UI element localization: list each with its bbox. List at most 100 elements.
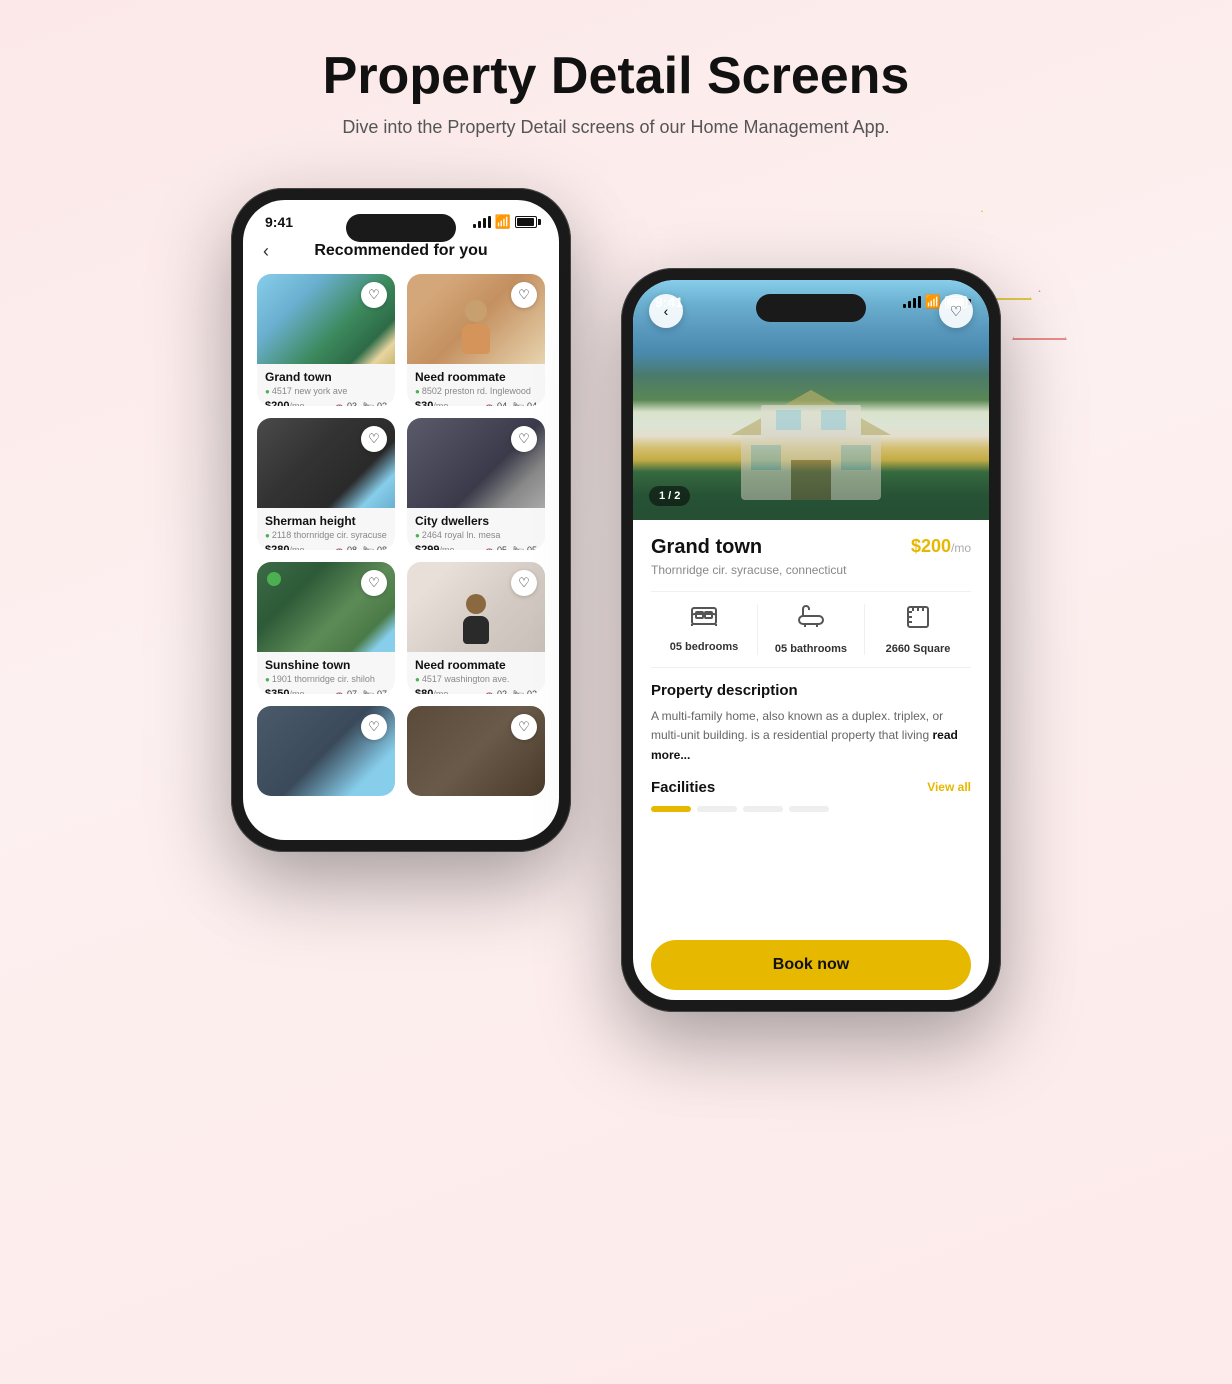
property-info-2: Sherman height ●2118 thornridge cir. syr… [257,508,395,550]
property-name-4: Sunshine town [265,658,387,672]
property-detail-name: Grand town [651,536,762,559]
property-card-7[interactable]: ♡ [407,706,545,796]
property-stats-1: 🚗 04 🛏 04 [483,401,537,407]
location-dot-3: ● [415,531,420,540]
nav-title-left: Recommended for you [314,242,487,260]
phones-wrapper: 9:41 📶 ‹ Recommended for you [0,168,1232,1072]
bath-icon [797,604,825,637]
page-subtitle: Dive into the Property Detail screens of… [0,117,1232,138]
property-card-0[interactable]: ♡ Grand town ●4517 new york ave $200/mo … [257,274,395,406]
property-address-2: ●2118 thornridge cir. syracuse [265,530,387,540]
person-body-5 [463,616,489,644]
property-price-3: $299/mo [415,544,455,550]
property-price-row-4: $350/mo 🚗 07 🛏 07 [265,688,387,694]
property-name-1: Need roommate [415,370,537,384]
feature-area-label: 2660 Square [886,643,951,655]
property-address-3: ●2464 royal ln. mesa [415,530,537,540]
back-button-right[interactable]: ‹ [649,294,683,328]
property-info-4: Sunshine town ●1901 thornridge cir. shil… [257,652,395,694]
property-name-3: City dwellers [415,514,537,528]
bath-stat-0: 🛏 03 [363,401,387,407]
page-title: Property Detail Screens [0,48,1232,105]
location-dot-1: ● [415,387,420,396]
favorite-button-1[interactable]: ♡ [511,282,537,308]
property-address-5: ●4517 washington ave. [415,674,537,684]
bath-stat-5: 🛏 02 [513,689,537,695]
back-button-left[interactable]: ‹ [263,241,269,262]
left-phone-screen: 9:41 📶 ‹ Recommended for you [243,200,559,840]
features-row: 05 bedrooms 05 bathrooms [651,591,971,668]
property-info-3: City dwellers ●2464 royal ln. mesa $299/… [407,508,545,550]
bath-stat-4: 🛏 07 [363,689,387,695]
property-price-row-2: $280/mo 🚗 08 🛏 08 [265,544,387,550]
facility-dot-3 [743,806,783,812]
property-detail-location: Thornridge cir. syracuse, connecticut [651,563,971,577]
left-phone: 9:41 📶 ‹ Recommended for you [231,188,571,852]
description-text: A multi-family home, also known as a dup… [651,707,971,765]
favorite-button-right[interactable]: ♡ [939,294,973,328]
right-phone: 9:41 📶 [621,268,1001,1012]
favorite-button-4[interactable]: ♡ [361,570,387,596]
property-address-4: ●1901 thornridge cir. shiloh [265,674,387,684]
property-address-0: ●4517 new york ave [265,386,387,396]
signal-bars-left [473,216,491,228]
property-name-0: Grand town [265,370,387,384]
property-card-6[interactable]: ♡ [257,706,395,796]
property-price-5: $80/mo [415,688,448,694]
page-header: Property Detail Screens Dive into the Pr… [0,0,1232,168]
wifi-icon-left: 📶 [495,214,511,230]
status-icons-left: 📶 [473,214,537,230]
property-grid: ♡ Grand town ●4517 new york ave $200/mo … [243,270,559,800]
property-card-4[interactable]: ♡ Sunshine town ●1901 thornridge cir. sh… [257,562,395,694]
favorite-button-6[interactable]: ♡ [361,714,387,740]
property-info-1: Need roommate ●8502 preston rd. Inglewoo… [407,364,545,406]
feature-bedrooms-label: 05 bedrooms [670,641,738,653]
dynamic-island-left [346,214,456,242]
person-body-1 [462,324,490,354]
facilities-section-title: Facilities [651,779,715,796]
property-card-3[interactable]: ♡ City dwellers ●2464 royal ln. mesa $29… [407,418,545,550]
property-info-5: Need roommate ●4517 washington ave. $80/… [407,652,545,694]
property-name-5: Need roommate [415,658,537,672]
book-now-button[interactable]: Book now [651,940,971,990]
bed-stat-2: 🚗 08 [333,545,357,551]
favorite-button-5[interactable]: ♡ [511,570,537,596]
property-price-2: $280/mo [265,544,305,550]
property-image-7: ♡ [407,706,545,796]
feature-bathrooms: 05 bathrooms [758,604,865,655]
battery-icon-left [515,216,537,228]
location-dot-5: ● [415,675,420,684]
property-card-5[interactable]: ♡ Need roommate ●4517 washington ave. $8… [407,562,545,694]
bath-stat-1: 🛏 04 [513,401,537,407]
property-image-4: ♡ [257,562,395,652]
property-info-0: Grand town ●4517 new york ave $200/mo 🚗 … [257,364,395,406]
bed-stat-4: 🚗 07 [333,689,357,695]
view-all-link[interactable]: View all [927,780,971,794]
property-image-6: ♡ [257,706,395,796]
facility-dot-4 [789,806,829,812]
dynamic-island-right [756,294,866,322]
status-time-left: 9:41 [265,214,293,230]
property-card-2[interactable]: ♡ Sherman height ●2118 thornridge cir. s… [257,418,395,550]
facilities-header: Facilities View all [651,779,971,796]
feature-area: 2660 Square [865,604,971,655]
bath-stat-3: 🛏 05 [513,545,537,551]
bed-stat-3: 🚗 05 [483,545,507,551]
favorite-button-0[interactable]: ♡ [361,282,387,308]
property-price-4: $350/mo [265,688,305,694]
favorite-button-3[interactable]: ♡ [511,426,537,452]
property-image-2: ♡ [257,418,395,508]
favorite-button-2[interactable]: ♡ [361,426,387,452]
property-card-1[interactable]: ♡ Need roommate ●8502 preston rd. Inglew… [407,274,545,406]
right-phone-screen: 9:41 📶 [633,280,989,1000]
bed-icon [690,604,718,635]
detail-header: Grand town $200/mo [651,536,971,559]
favorite-button-7[interactable]: ♡ [511,714,537,740]
property-stats-4: 🚗 07 🛏 07 [333,689,387,695]
property-price-row-5: $80/mo 🚗 02 🛏 02 [415,688,537,694]
property-price-1: $30/mo [415,400,448,406]
property-stats-2: 🚗 08 🛏 08 [333,545,387,551]
location-dot-0: ● [265,387,270,396]
bed-stat-0: 🚗 03 [333,401,357,407]
facility-dot-1 [651,806,691,812]
